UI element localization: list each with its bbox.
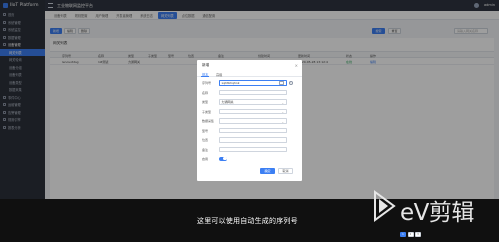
chevron-down-icon: ⌄	[281, 100, 284, 105]
text-field[interactable]	[219, 137, 287, 143]
cancel-button[interactable]: 取消	[278, 168, 293, 174]
page-button[interactable]: 3	[415, 231, 421, 237]
text-field[interactable]	[219, 89, 287, 95]
confirm-button[interactable]: 确定	[260, 168, 275, 174]
close-icon[interactable]: ×	[295, 63, 298, 68]
dialog-tabs: 基本 高级	[197, 70, 302, 77]
field-label: 备注	[202, 147, 209, 152]
enable-toggle[interactable]	[219, 156, 227, 161]
field-label: 名称	[202, 90, 209, 95]
form-row: 名称	[200, 89, 299, 96]
select-field[interactable]: 力通网关 ⌄	[219, 99, 287, 105]
add-gateway-dialog: 新增 × 基本 高级 序列号 xqhtbhqhnk? 名称 类型 力通网关 ⌄ 子类型 ⌄ 数据…	[197, 60, 302, 181]
tab-indicator	[201, 76, 209, 77]
text-field[interactable]: xqhtbhqhnk	[219, 80, 287, 86]
form-row: 类型 力通网关 ⌄	[200, 99, 299, 105]
refresh-icon[interactable]	[279, 80, 284, 85]
app-window: IIoT Platform 首页 系统管理 系统监控 数据管理 设备管理 网关列表 网关轮询…	[0, 0, 499, 199]
video-frame: IIoT Platform 首页 系统管理 系统监控 数据管理 设备管理 网关列表 网关轮询…	[0, 0, 499, 242]
field-label: 子类型	[202, 109, 212, 114]
ev-watermark: eV剪辑	[374, 190, 496, 230]
chevron-down-icon: ⌄	[281, 119, 284, 124]
form-row: 型号	[200, 127, 299, 134]
page-button[interactable]: 1	[400, 231, 406, 237]
field-value: xqhtbhqhnk	[221, 80, 240, 85]
dialog-title: 新增	[202, 63, 210, 67]
form-row: 子类型 ⌄	[200, 108, 299, 115]
field-label: 数据采集	[202, 119, 215, 123]
text-field[interactable]	[219, 146, 287, 152]
field-label: 启用	[202, 157, 209, 161]
video-subtitle: 这里可以使用自动生成的序列号	[197, 217, 298, 225]
field-label: 位置	[202, 138, 209, 142]
play-triangle-icon	[374, 190, 396, 222]
form-row: 备注	[200, 146, 299, 153]
watermark-text: eV剪辑	[400, 200, 474, 226]
toggle-knob	[223, 157, 227, 161]
form-row: 数据采集 ⌄	[200, 118, 299, 124]
form-row: 位置	[200, 137, 299, 143]
select-field[interactable]: ⌄	[219, 108, 287, 114]
question-circle-icon[interactable]: ?	[289, 80, 293, 85]
form-row: 启用	[200, 156, 299, 162]
tab-advanced[interactable]: 高级	[216, 72, 222, 77]
pagination: 123	[400, 231, 421, 237]
select-field[interactable]: ⌄	[219, 118, 287, 124]
field-value: 力通网关	[221, 99, 234, 104]
field-label: 型号	[202, 128, 209, 133]
page-button[interactable]: 2	[407, 231, 414, 237]
field-label: 类型	[202, 100, 209, 104]
form-row: 序列号 xqhtbhqhnk?	[200, 80, 299, 86]
text-field[interactable]	[219, 127, 287, 133]
field-label: 序列号	[202, 81, 212, 85]
chevron-down-icon: ⌄	[281, 110, 284, 114]
